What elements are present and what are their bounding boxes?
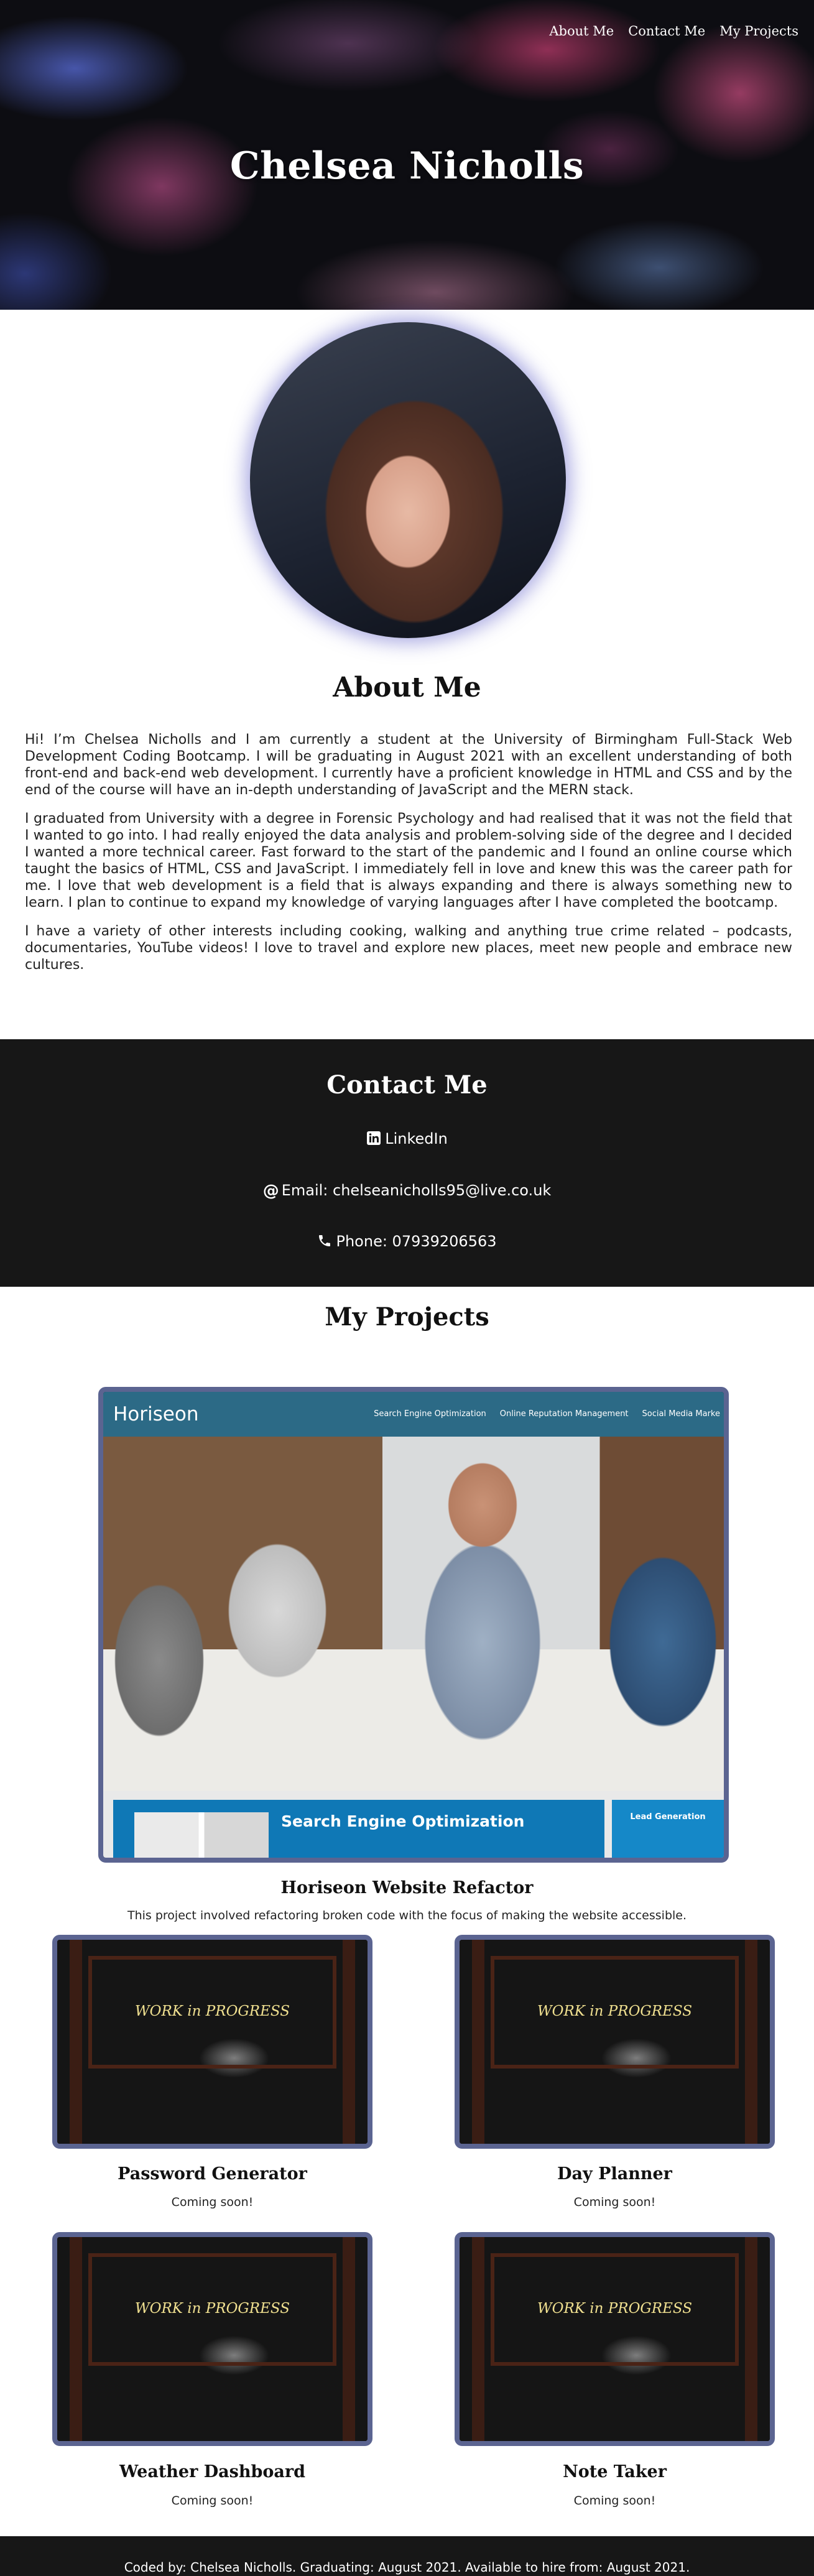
nav-link-projects[interactable]: My Projects (719, 24, 798, 39)
page-title: Chelsea Nicholls (229, 144, 585, 188)
top-nav: About Me Contact Me My Projects (549, 24, 798, 39)
wip-text: WORK in PROGRESS (134, 2003, 290, 2019)
hero-banner: About Me Contact Me My Projects Chelsea … (0, 0, 814, 310)
project-card-weather-dashboard-image[interactable]: WORK in PROGRESS (52, 2232, 372, 2446)
project-description-note-taker: Coming soon! (573, 2494, 656, 2508)
phone-link[interactable]: Phone: 07939206563 (0, 1233, 814, 1252)
project-title-horiseon: Horiseon Website Refactor (280, 1878, 534, 1897)
horiseon-seo-panel: Search Engine Optimization (113, 1800, 604, 1858)
wip-image: WORK in PROGRESS (57, 1940, 368, 2144)
about-paragraph: I graduated from University with a degre… (25, 811, 792, 910)
horiseon-logo: Horiseon (113, 1403, 199, 1425)
email-link[interactable]: @ Email: chelseanicholls95@live.co.uk (0, 1182, 814, 1200)
horiseon-nav-item: Search Engine Optimization (374, 1409, 486, 1419)
linkedin-link[interactable]: LinkedIn (0, 1130, 814, 1149)
phone-label: Phone: 07939206563 (336, 1233, 497, 1250)
phone-icon (317, 1233, 332, 1252)
about-heading: About Me (333, 672, 481, 703)
project-description-day-planner: Coming soon! (573, 2195, 656, 2209)
contact-section: Contact Me LinkedIn @ Email: chelseanicho… (0, 1039, 814, 1287)
at-sign-icon: @ (262, 1182, 279, 1200)
project-title-note-taker: Note Taker (563, 2462, 667, 2481)
horiseon-content: Search Engine Optimization Lead Generati… (103, 1791, 724, 1858)
horiseon-lead-panel: Lead Generation (612, 1800, 724, 1858)
wip-text: WORK in PROGRESS (537, 2300, 693, 2317)
project-description-password-generator: Coming soon! (171, 2195, 254, 2209)
nav-link-contact[interactable]: Contact Me (628, 24, 705, 39)
about-text: Hi! I’m Chelsea Nicholls and I am curren… (25, 731, 792, 985)
contact-heading: Contact Me (326, 1070, 488, 1100)
email-label: Email: chelseanicholls95@live.co.uk (281, 1182, 552, 1199)
project-description-horiseon: This project involved refactoring broken… (127, 1909, 687, 1922)
project-title-password-generator: Password Generator (118, 2164, 307, 2184)
project-card-horiseon-image[interactable]: Horiseon Search Engine Optimization Onli… (98, 1387, 729, 1863)
wip-image: WORK in PROGRESS (57, 2237, 368, 2441)
horiseon-nav-item: Online Reputation Management (499, 1409, 629, 1419)
footer: Coded by: Chelsea Nicholls. Graduating: … (0, 2536, 814, 2576)
wip-image: WORK in PROGRESS (460, 1940, 770, 2144)
nav-link-about[interactable]: About Me (549, 24, 614, 39)
linkedin-icon (366, 1131, 381, 1149)
about-paragraph: Hi! I’m Chelsea Nicholls and I am curren… (25, 732, 792, 798)
horiseon-hero-photo (103, 1437, 724, 1791)
projects-heading: My Projects (325, 1302, 489, 1332)
linkedin-label: LinkedIn (385, 1130, 448, 1147)
project-card-password-generator-image[interactable]: WORK in PROGRESS (52, 1935, 372, 2149)
about-paragraph: I have a variety of other interests incl… (25, 924, 792, 973)
wip-text: WORK in PROGRESS (134, 2300, 290, 2317)
seo-thumbnail (134, 1812, 269, 1858)
horiseon-nav-item: Social Media Marke (642, 1409, 720, 1419)
lead-heading: Lead Generation (630, 1812, 706, 1822)
footer-text: Coded by: Chelsea Nicholls. Graduating: … (124, 2560, 690, 2575)
project-card-day-planner-image[interactable]: WORK in PROGRESS (455, 1935, 775, 2149)
horiseon-nav: Search Engine Optimization Online Reputa… (374, 1409, 720, 1419)
wip-text: WORK in PROGRESS (537, 2003, 693, 2019)
project-description-weather-dashboard: Coming soon! (171, 2494, 254, 2508)
project-title-weather-dashboard: Weather Dashboard (119, 2462, 305, 2481)
wip-image: WORK in PROGRESS (460, 2237, 770, 2441)
horiseon-header: Horiseon Search Engine Optimization Onli… (103, 1392, 724, 1437)
profile-photo (250, 322, 566, 638)
seo-heading: Search Engine Optimization (281, 1812, 525, 1830)
project-title-day-planner: Day Planner (557, 2164, 672, 2184)
project-card-note-taker-image[interactable]: WORK in PROGRESS (455, 2232, 775, 2446)
